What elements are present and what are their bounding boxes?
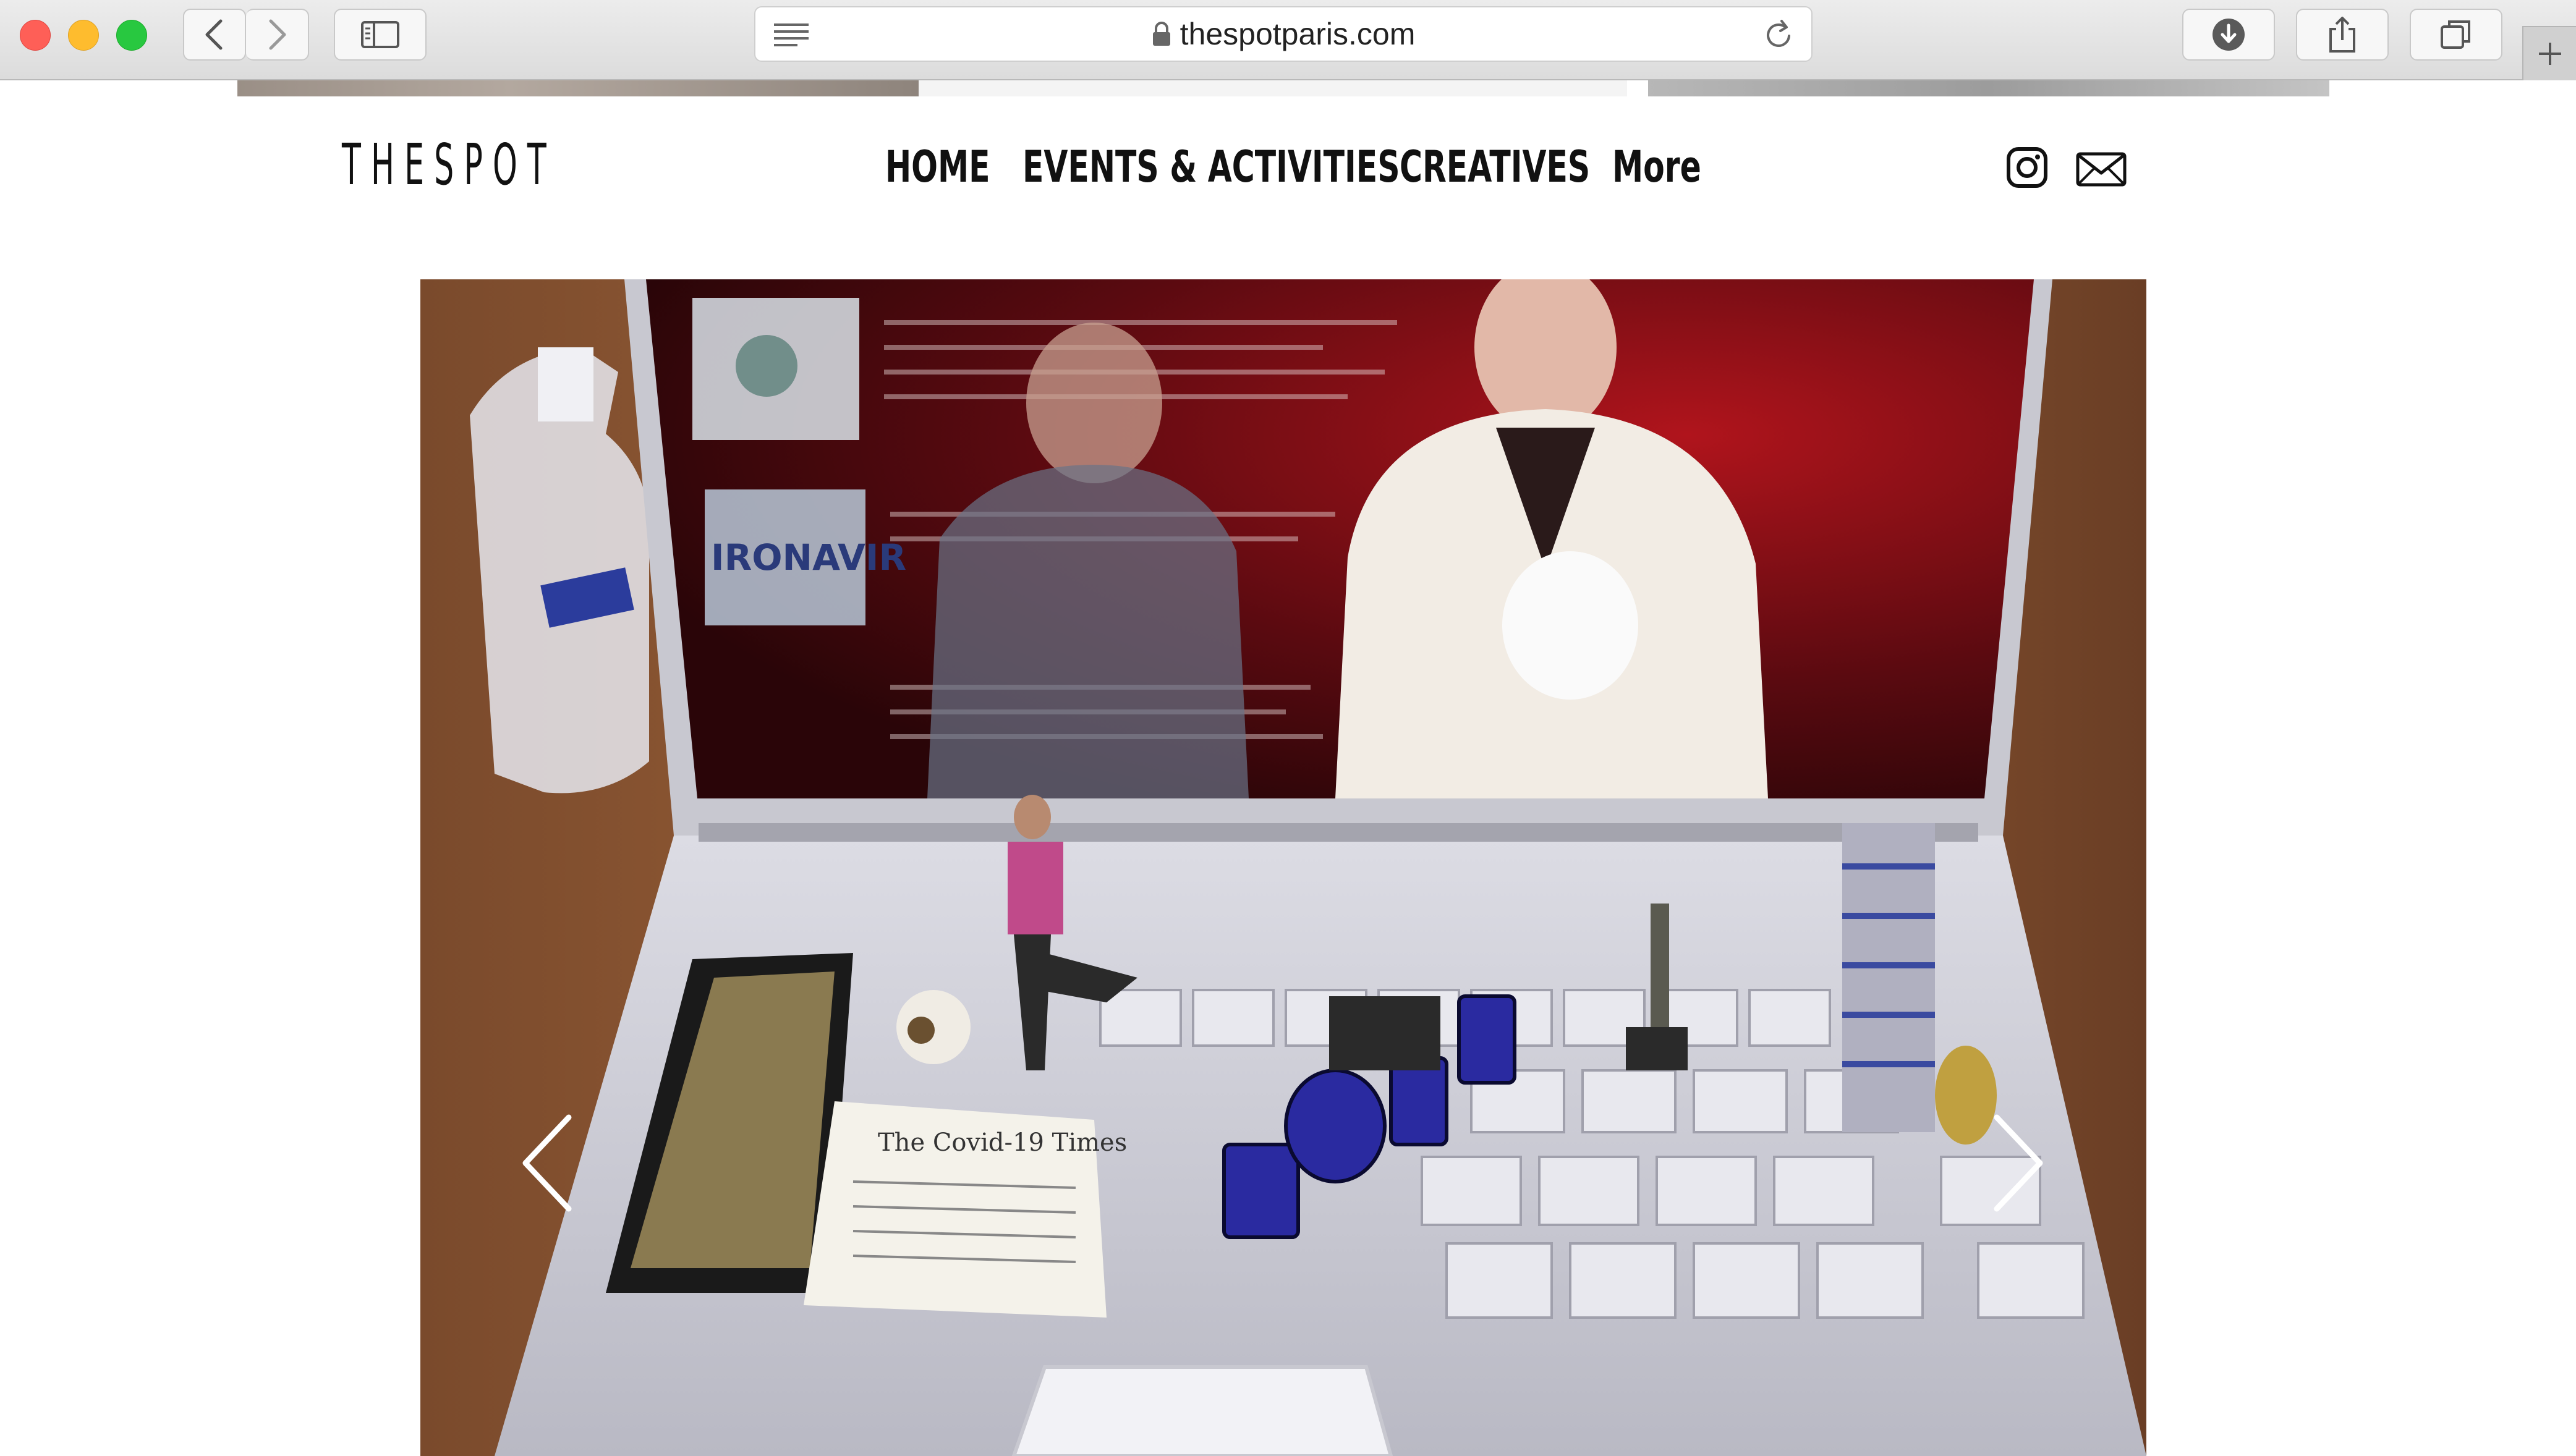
nav-item-label: More bbox=[1612, 142, 1701, 192]
newspaper-title-text: The Covid-19 Times bbox=[878, 1128, 1127, 1157]
previous-image-strip bbox=[1648, 80, 2329, 96]
browser-toolbar: thespotparis.com bbox=[0, 0, 2576, 80]
previous-image-strip bbox=[919, 80, 1627, 96]
url-text: thespotparis.com bbox=[1180, 17, 1416, 51]
nav-item-label: HOME bbox=[885, 142, 990, 192]
close-window-button[interactable] bbox=[20, 20, 51, 51]
forward-button[interactable] bbox=[246, 9, 309, 61]
download-icon bbox=[2213, 19, 2245, 51]
chevron-right-icon bbox=[269, 19, 286, 50]
mail-icon[interactable] bbox=[2076, 152, 2127, 187]
tab-overview-button[interactable] bbox=[2410, 9, 2502, 61]
minimize-window-button[interactable] bbox=[68, 20, 99, 51]
chevron-left-icon bbox=[522, 1114, 572, 1212]
nav-item-label: CREATIVES bbox=[1400, 142, 1591, 192]
reload-icon[interactable] bbox=[1763, 19, 1794, 51]
new-tab-button[interactable] bbox=[2522, 26, 2576, 80]
tabs-icon bbox=[2441, 20, 2470, 49]
chevron-left-icon bbox=[205, 19, 223, 50]
image-slideshow[interactable]: IRONAVIR The Covid-19 Times bbox=[420, 279, 2146, 1456]
address-bar[interactable]: thespotparis.com bbox=[754, 6, 1813, 62]
share-icon bbox=[2329, 17, 2355, 53]
plus-icon bbox=[2538, 43, 2561, 65]
zoom-window-button[interactable] bbox=[116, 20, 147, 51]
previous-slide-button[interactable] bbox=[519, 1114, 575, 1213]
nav-item-label: EVENTS & ACTIVITIES bbox=[1022, 142, 1400, 192]
site-logo[interactable]: T H E S P O T bbox=[342, 137, 713, 193]
back-button[interactable] bbox=[183, 9, 246, 61]
url-display: thespotparis.com bbox=[755, 7, 1811, 61]
instagram-icon[interactable] bbox=[2005, 146, 2049, 189]
share-button[interactable] bbox=[2296, 9, 2389, 61]
downloads-button[interactable] bbox=[2182, 9, 2275, 61]
sidebar-toggle-button[interactable] bbox=[334, 9, 427, 61]
nav-item-home[interactable]: HOME bbox=[885, 141, 1031, 193]
sidebar-icon bbox=[361, 21, 399, 48]
chevron-right-icon bbox=[1994, 1114, 2043, 1212]
next-slide-button[interactable] bbox=[1991, 1114, 2046, 1213]
lock-icon bbox=[1152, 22, 1170, 46]
slide-image: IRONAVIR The Covid-19 Times bbox=[420, 279, 2146, 1456]
screen-headline-text: IRONAVIR bbox=[711, 536, 906, 578]
nav-item-more[interactable]: More bbox=[1612, 141, 1736, 193]
previous-image-strip bbox=[237, 80, 919, 96]
